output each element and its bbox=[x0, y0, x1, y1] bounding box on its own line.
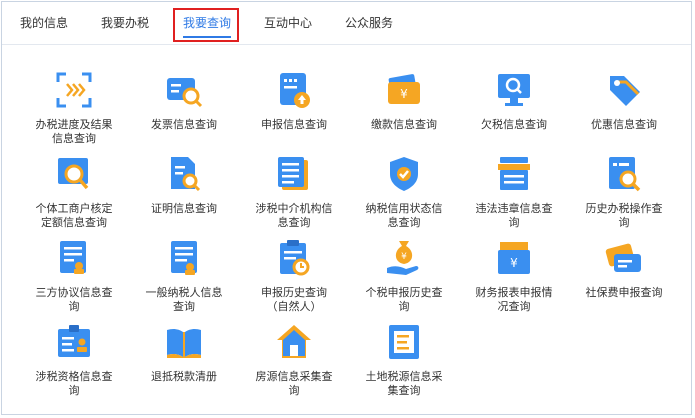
query-item-label: 违法违章信息查 询 bbox=[475, 202, 553, 229]
query-item-financial-report[interactable]: ¥ 财务报表申报情 况查询 bbox=[459, 238, 569, 314]
query-item-violation[interactable]: 违法违章信息查 询 bbox=[459, 154, 569, 230]
query-item-label: 涉税资格信息查 询 bbox=[35, 370, 113, 397]
land-document-icon bbox=[389, 325, 419, 359]
tab-interaction-center[interactable]: 互动中心 bbox=[264, 2, 312, 44]
query-item-tax-arrears[interactable]: 欠税信息查询 bbox=[459, 70, 569, 132]
financial-box-icon: ¥ bbox=[498, 242, 530, 274]
violation-printer-icon bbox=[498, 157, 530, 190]
agreement-stamp-icon bbox=[60, 241, 86, 274]
query-item-label: 涉税中介机构信 息查询 bbox=[255, 202, 333, 229]
history-search-icon bbox=[609, 157, 641, 192]
query-item-label: 财务报表申报情 况查询 bbox=[475, 286, 553, 313]
screen-search-icon bbox=[58, 158, 89, 190]
clipboard-history-icon bbox=[280, 240, 310, 276]
query-item-label: 历史办税操作查 询 bbox=[585, 202, 663, 229]
query-item-label: 个税申报历史查 询 bbox=[365, 286, 443, 313]
credit-shield-icon bbox=[390, 157, 418, 191]
query-item-label: 申报历史查询 （自然人） bbox=[261, 286, 327, 313]
query-item-label: 一般纳税人信息 查询 bbox=[145, 286, 223, 313]
query-item-land-tax-source[interactable]: 土地税源信息采 集查询 bbox=[349, 322, 459, 398]
insurance-cards-icon bbox=[605, 243, 641, 272]
tab-bar: 我的信息 我要办税 我要查询 互动中心 公众服务 bbox=[2, 2, 691, 45]
query-item-label: 申报信息查询 bbox=[261, 118, 327, 131]
svg-text:¥: ¥ bbox=[401, 252, 407, 262]
query-item-invoice[interactable]: 发票信息查询 bbox=[129, 70, 239, 132]
query-item-label: 欠税信息查询 bbox=[481, 118, 547, 131]
query-item-income-tax-history[interactable]: ¥ 个税申报历史查 询 bbox=[349, 238, 459, 314]
query-item-qualification[interactable]: 涉税资格信息查 询 bbox=[19, 322, 129, 398]
certificate-search-icon bbox=[171, 157, 201, 192]
query-item-label: 发票信息查询 bbox=[151, 118, 217, 131]
svg-text:¥: ¥ bbox=[400, 87, 408, 101]
annotation-highlight-box bbox=[173, 8, 239, 42]
query-item-label: 个体工商户核定 定额信息查询 bbox=[35, 202, 113, 229]
query-item-payment[interactable]: ¥ 缴款信息查询 bbox=[349, 70, 459, 132]
query-item-label: 社保费申报查询 bbox=[585, 286, 663, 299]
query-item-tax-agency[interactable]: 涉税中介机构信 息查询 bbox=[239, 154, 349, 230]
house-icon bbox=[277, 325, 311, 358]
query-item-label: 办税进度及结果 信息查询 bbox=[35, 118, 113, 145]
declaration-upload-icon bbox=[280, 73, 310, 108]
query-item-label: 纳税信用状态信 息查询 bbox=[365, 202, 443, 229]
agency-document-icon bbox=[278, 157, 308, 190]
query-item-operation-history[interactable]: 历史办税操作查 询 bbox=[569, 154, 679, 230]
query-item-refund-list[interactable]: 退抵税款清册 bbox=[129, 322, 239, 384]
query-item-declaration[interactable]: 申报信息查询 bbox=[239, 70, 349, 132]
query-item-label: 房源信息采集查 询 bbox=[255, 370, 333, 397]
progress-scan-icon bbox=[56, 72, 92, 108]
query-item-social-insurance[interactable]: 社保费申报查询 bbox=[569, 238, 679, 300]
query-item-label: 缴款信息查询 bbox=[371, 118, 437, 131]
query-item-general-taxpayer[interactable]: 一般纳税人信息 查询 bbox=[129, 238, 239, 314]
query-item-credit-status[interactable]: 纳税信用状态信 息查询 bbox=[349, 154, 459, 230]
tab-my-info[interactable]: 我的信息 bbox=[20, 2, 68, 44]
taxpayer-document-icon bbox=[171, 241, 197, 275]
qualification-card-icon bbox=[58, 325, 90, 357]
query-item-label: 三方协议信息查 询 bbox=[35, 286, 113, 313]
query-item-label: 证明信息查询 bbox=[151, 202, 217, 215]
query-item-natural-person-history[interactable]: 申报历史查询 （自然人） bbox=[239, 238, 349, 314]
discount-tag-icon bbox=[610, 76, 640, 106]
query-item-housing-collection[interactable]: 房源信息采集查 询 bbox=[239, 322, 349, 398]
monitor-search-icon bbox=[498, 74, 530, 106]
tab-handle-tax[interactable]: 我要办税 bbox=[101, 2, 149, 44]
query-item-label: 退抵税款清册 bbox=[151, 370, 217, 383]
query-item-label: 优惠信息查询 bbox=[591, 118, 657, 131]
tab-public-service[interactable]: 公众服务 bbox=[345, 2, 393, 44]
open-book-icon bbox=[167, 328, 201, 358]
query-panel: 我的信息 我要办税 我要查询 互动中心 公众服务 办税进度及结果 信息查询 发票… bbox=[1, 1, 692, 415]
query-item-certificate[interactable]: 证明信息查询 bbox=[129, 154, 239, 216]
money-bag-hand-icon: ¥ bbox=[387, 241, 419, 275]
query-item-progress[interactable]: 办税进度及结果 信息查询 bbox=[19, 70, 129, 146]
query-item-discount[interactable]: 优惠信息查询 bbox=[569, 70, 679, 132]
query-item-individual-business[interactable]: 个体工商户核定 定额信息查询 bbox=[19, 154, 129, 230]
payment-wallet-icon: ¥ bbox=[388, 74, 420, 104]
query-item-label: 土地税源信息采 集查询 bbox=[365, 370, 443, 397]
invoice-search-icon bbox=[167, 78, 203, 108]
svg-text:¥: ¥ bbox=[510, 256, 518, 270]
query-item-tripartite-agreement[interactable]: 三方协议信息查 询 bbox=[19, 238, 129, 314]
